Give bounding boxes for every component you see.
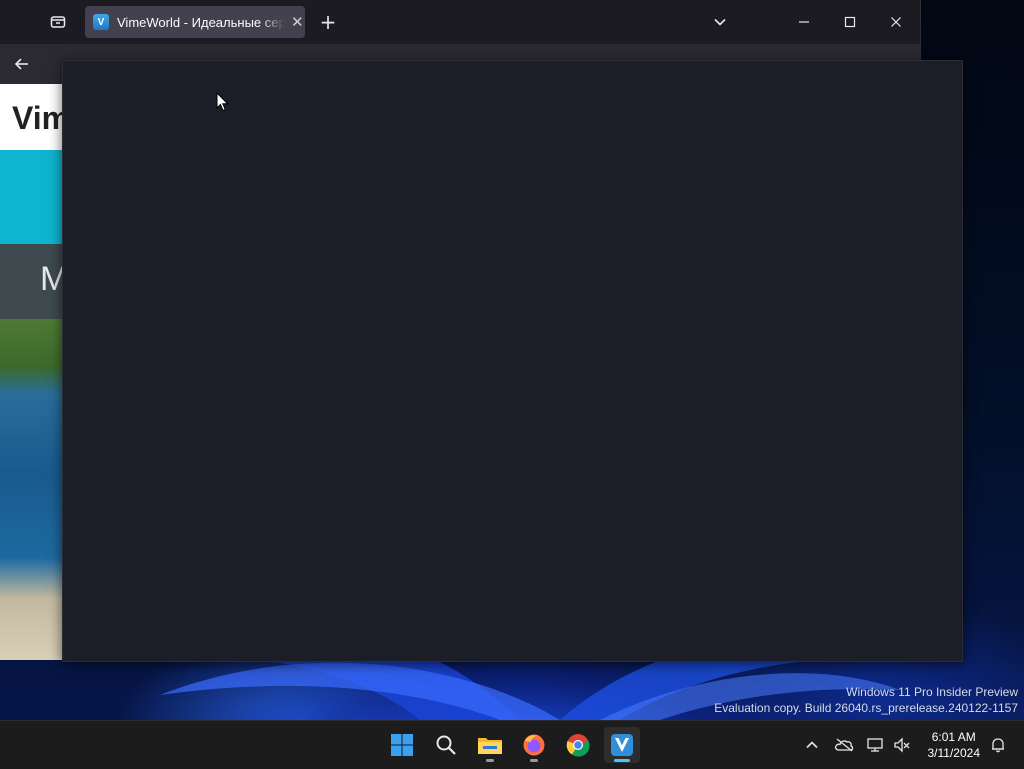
maximize-button[interactable] [832, 6, 868, 38]
clock-date: 3/11/2024 [927, 746, 981, 760]
watermark-line-1: Windows 11 Pro Insider Preview [846, 685, 1018, 699]
active-indicator [614, 759, 630, 762]
chevron-down-icon [714, 18, 726, 26]
show-hidden-icons-button[interactable] [800, 733, 824, 757]
minimize-button[interactable] [786, 6, 822, 38]
vimeworld-launcher-icon [611, 734, 633, 756]
network-button[interactable] [864, 733, 888, 757]
firefox-view-button[interactable] [44, 8, 72, 36]
chevron-up-icon [806, 741, 818, 749]
chrome-button[interactable] [560, 727, 596, 763]
list-all-tabs-button[interactable] [702, 6, 738, 38]
chrome-icon [566, 734, 590, 757]
vimeworld-launcher-button[interactable] [604, 727, 640, 763]
back-arrow-icon [14, 58, 28, 70]
start-icon [391, 734, 413, 756]
volume-muted-icon [894, 737, 910, 753]
vimeworld-logo-icon: V [93, 14, 109, 30]
new-tab-button[interactable]: + [314, 8, 342, 36]
taskbar: 6:01 AM 3/11/2024 [0, 720, 1024, 769]
start-button[interactable] [384, 727, 420, 763]
system-clock[interactable]: 6:01 AM 3/11/2024 [928, 729, 981, 761]
onedrive-icon [834, 738, 854, 752]
running-indicator [530, 759, 538, 762]
windows-watermark: Windows 11 Pro Insider Preview Evaluatio… [714, 684, 1018, 716]
firefox-icon [523, 734, 545, 756]
back-button[interactable] [8, 50, 36, 78]
maximize-icon [844, 16, 856, 28]
mouse-cursor-icon [216, 92, 229, 112]
notifications-button[interactable] [986, 733, 1010, 757]
minimize-icon [799, 21, 809, 23]
notifications-icon [992, 738, 1004, 753]
firefox-button[interactable] [516, 727, 552, 763]
onedrive-button[interactable] [832, 733, 856, 757]
watermark-line-2: Evaluation copy. Build 26040.rs_prerelea… [714, 701, 1018, 715]
search-icon [436, 735, 456, 755]
volume-button[interactable] [890, 733, 914, 757]
file-explorer-button[interactable] [472, 727, 508, 763]
close-icon [891, 17, 901, 27]
close-window-button[interactable] [878, 6, 914, 38]
tab-vimeworld[interactable]: V VimeWorld - Идеальные серве ✕ [85, 6, 305, 38]
network-icon [867, 738, 883, 752]
close-icon[interactable]: ✕ [291, 13, 304, 31]
search-button[interactable] [428, 727, 464, 763]
tab-title: VimeWorld - Идеальные серве [117, 14, 285, 30]
launcher-window[interactable] [62, 60, 963, 662]
tab-bar: V VimeWorld - Идеальные серве ✕ + [0, 0, 920, 44]
clock-time: 6:01 AM [931, 730, 976, 744]
firefox-view-icon [50, 16, 66, 28]
file-explorer-icon [478, 738, 502, 754]
running-indicator [486, 759, 494, 762]
